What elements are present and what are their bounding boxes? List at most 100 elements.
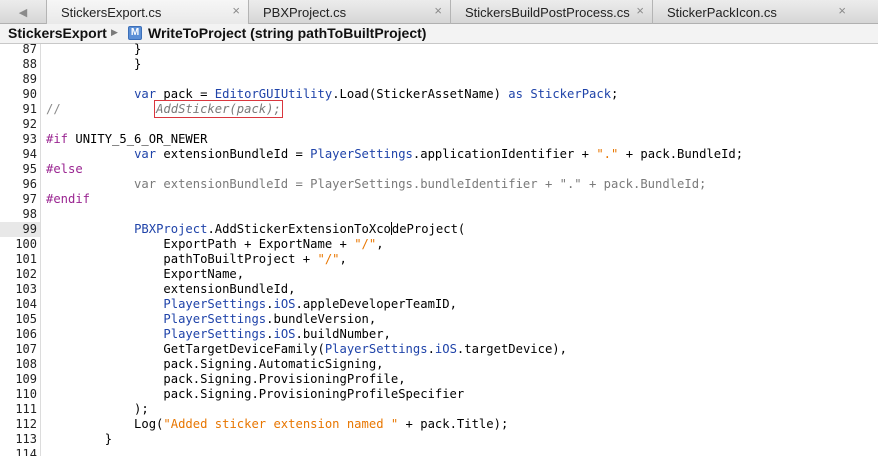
line-number: 98 <box>22 207 37 221</box>
code-text: #endif <box>46 192 91 206</box>
code-line[interactable]: 91 // AddSticker(pack); <box>0 100 878 118</box>
code-text: pack.Signing.AutomaticSigning, <box>46 357 384 371</box>
code-line[interactable]: 98 <box>0 207 878 222</box>
code-line[interactable]: 100 ExportPath + ExportName + "/", <box>0 237 878 252</box>
code-text: // AddSticker(pack); <box>46 100 283 118</box>
code-line[interactable]: 107 GetTargetDeviceFamily(PlayerSettings… <box>0 342 878 357</box>
code-editor[interactable]: 87 } 88 } 89 90 var pack = EditorGUIUtility… <box>0 42 878 456</box>
line-number: 105 <box>15 312 37 326</box>
jump-bar: StickersExport ▶ M WriteToProject (strin… <box>0 24 878 44</box>
tab-label: StickersBuildPostProcess.cs <box>465 5 630 20</box>
code-line[interactable]: 103 extensionBundleId, <box>0 282 878 297</box>
line-number: 99 <box>0 222 40 237</box>
line-number: 107 <box>15 342 37 356</box>
line-number: 106 <box>15 327 37 341</box>
line-number: 88 <box>22 57 37 71</box>
close-icon[interactable]: × <box>434 3 442 18</box>
code-text: } <box>46 57 142 71</box>
code-line[interactable]: 108 pack.Signing.AutomaticSigning, <box>0 357 878 372</box>
code-line[interactable]: 97 #endif <box>0 192 878 207</box>
code-text: ); <box>46 402 149 416</box>
code-line[interactable]: 110 pack.Signing.ProvisioningProfileSpec… <box>0 387 878 402</box>
line-number: 100 <box>15 237 37 251</box>
code-line[interactable]: 93 #if UNITY_5_6_OR_NEWER <box>0 132 878 147</box>
code-line[interactable]: 111 ); <box>0 402 878 417</box>
line-number: 114 <box>15 447 37 456</box>
line-number: 90 <box>22 87 37 101</box>
code-text: #if UNITY_5_6_OR_NEWER <box>46 132 208 146</box>
line-number: 93 <box>22 132 37 146</box>
line-number: 103 <box>15 282 37 296</box>
line-number: 92 <box>22 117 37 131</box>
code-line[interactable]: 99 PBXProject.AddStickerExtensionToXcode… <box>0 222 878 237</box>
code-text: extensionBundleId, <box>46 282 296 296</box>
line-number: 89 <box>22 72 37 86</box>
code-text: } <box>46 432 113 446</box>
line-number: 108 <box>15 357 37 371</box>
line-number: 87 <box>22 42 37 56</box>
code-text: var extensionBundleId = PlayerSettings.b… <box>46 177 707 191</box>
line-number: 112 <box>15 417 37 431</box>
tab-label: StickersExport.cs <box>61 5 162 20</box>
line-number: 95 <box>22 162 37 176</box>
code-text: var extensionBundleId = PlayerSettings.a… <box>134 147 744 161</box>
line-number: 102 <box>15 267 37 281</box>
code-text: pack.Signing.ProvisioningProfile, <box>46 372 406 386</box>
method-icon: M <box>128 26 142 40</box>
code-text: var pack = EditorGUIUtility.Load(Sticker… <box>134 87 619 101</box>
tab-stickersbuildpostprocess[interactable]: StickersBuildPostProcess.cs × <box>450 0 652 24</box>
line-number: 104 <box>15 297 37 311</box>
line-number: 110 <box>15 387 37 401</box>
code-text: #else <box>46 162 83 176</box>
code-line[interactable]: 106 PlayerSettings.iOS.buildNumber, <box>0 327 878 342</box>
close-icon[interactable]: × <box>838 3 846 18</box>
code-text: pack.Signing.ProvisioningProfileSpecifie… <box>46 387 465 401</box>
code-line[interactable]: 101 pathToBuiltProject + "/", <box>0 252 878 267</box>
line-number: 113 <box>15 432 37 446</box>
code-line[interactable]: 92 <box>0 117 878 132</box>
breadcrumb-file[interactable]: StickersExport <box>8 25 107 41</box>
close-icon[interactable]: × <box>636 3 644 18</box>
line-number: 97 <box>22 192 37 206</box>
code-line[interactable]: 109 pack.Signing.ProvisioningProfile, <box>0 372 878 387</box>
tab-stickersexport[interactable]: StickersExport.cs × <box>46 0 248 24</box>
code-text: PlayerSettings.bundleVersion, <box>163 312 377 326</box>
code-line[interactable]: 104 PlayerSettings.iOS.appleDeveloperTea… <box>0 297 878 312</box>
chevron-right-icon: ▶ <box>111 27 118 37</box>
code-line[interactable]: 114 <box>0 447 878 456</box>
code-text: GetTargetDeviceFamily(PlayerSettings.iOS… <box>46 342 567 356</box>
close-icon[interactable]: × <box>232 3 240 18</box>
code-line[interactable]: 96 var extensionBundleId = PlayerSetting… <box>0 177 878 192</box>
line-number: 96 <box>22 177 37 191</box>
line-number: 111 <box>15 402 37 416</box>
code-line[interactable]: 89 <box>0 72 878 87</box>
tab-label: PBXProject.cs <box>263 5 347 20</box>
line-number: 91 <box>22 102 37 116</box>
code-line[interactable]: 105 PlayerSettings.bundleVersion, <box>0 312 878 327</box>
code-text: PBXProject.AddStickerExtensionToXcodePro… <box>134 222 466 236</box>
code-text: ExportPath + ExportName + "/", <box>46 237 384 251</box>
tab-stickerpackicon[interactable]: StickerPackIcon.cs × <box>652 0 854 24</box>
code-line[interactable]: 87 } <box>0 42 878 57</box>
code-text: } <box>46 42 142 56</box>
code-line[interactable]: 112 Log("Added sticker extension named "… <box>0 417 878 432</box>
code-line[interactable]: 113 } <box>0 432 878 447</box>
code-text: PlayerSettings.iOS.appleDeveloperTeamID, <box>163 297 457 311</box>
code-text: PlayerSettings.iOS.buildNumber, <box>163 327 391 341</box>
code-text: Log("Added sticker extension named " + p… <box>46 417 509 431</box>
code-text: pathToBuiltProject + "/", <box>46 252 347 266</box>
line-number: 101 <box>15 252 37 266</box>
line-number: 109 <box>15 372 37 386</box>
code-line[interactable]: 88 } <box>0 57 878 72</box>
tab-bar: ◀ StickersExport.cs × PBXProject.cs × St… <box>0 0 878 24</box>
code-line[interactable]: 90 var pack = EditorGUIUtility.Load(Stic… <box>0 87 878 102</box>
breadcrumb-method[interactable]: WriteToProject (string pathToBuiltProjec… <box>148 25 426 41</box>
tab-pbxproject[interactable]: PBXProject.cs × <box>248 0 450 24</box>
code-line[interactable]: 94 var extensionBundleId = PlayerSetting… <box>0 147 878 162</box>
code-text: ExportName, <box>46 267 245 281</box>
tab-scroll-left-icon[interactable]: ◀ <box>0 0 46 24</box>
line-number: 94 <box>22 147 37 161</box>
code-line[interactable]: 102 ExportName, <box>0 267 878 282</box>
tab-label: StickerPackIcon.cs <box>667 5 777 20</box>
code-line[interactable]: 95 #else <box>0 162 878 177</box>
